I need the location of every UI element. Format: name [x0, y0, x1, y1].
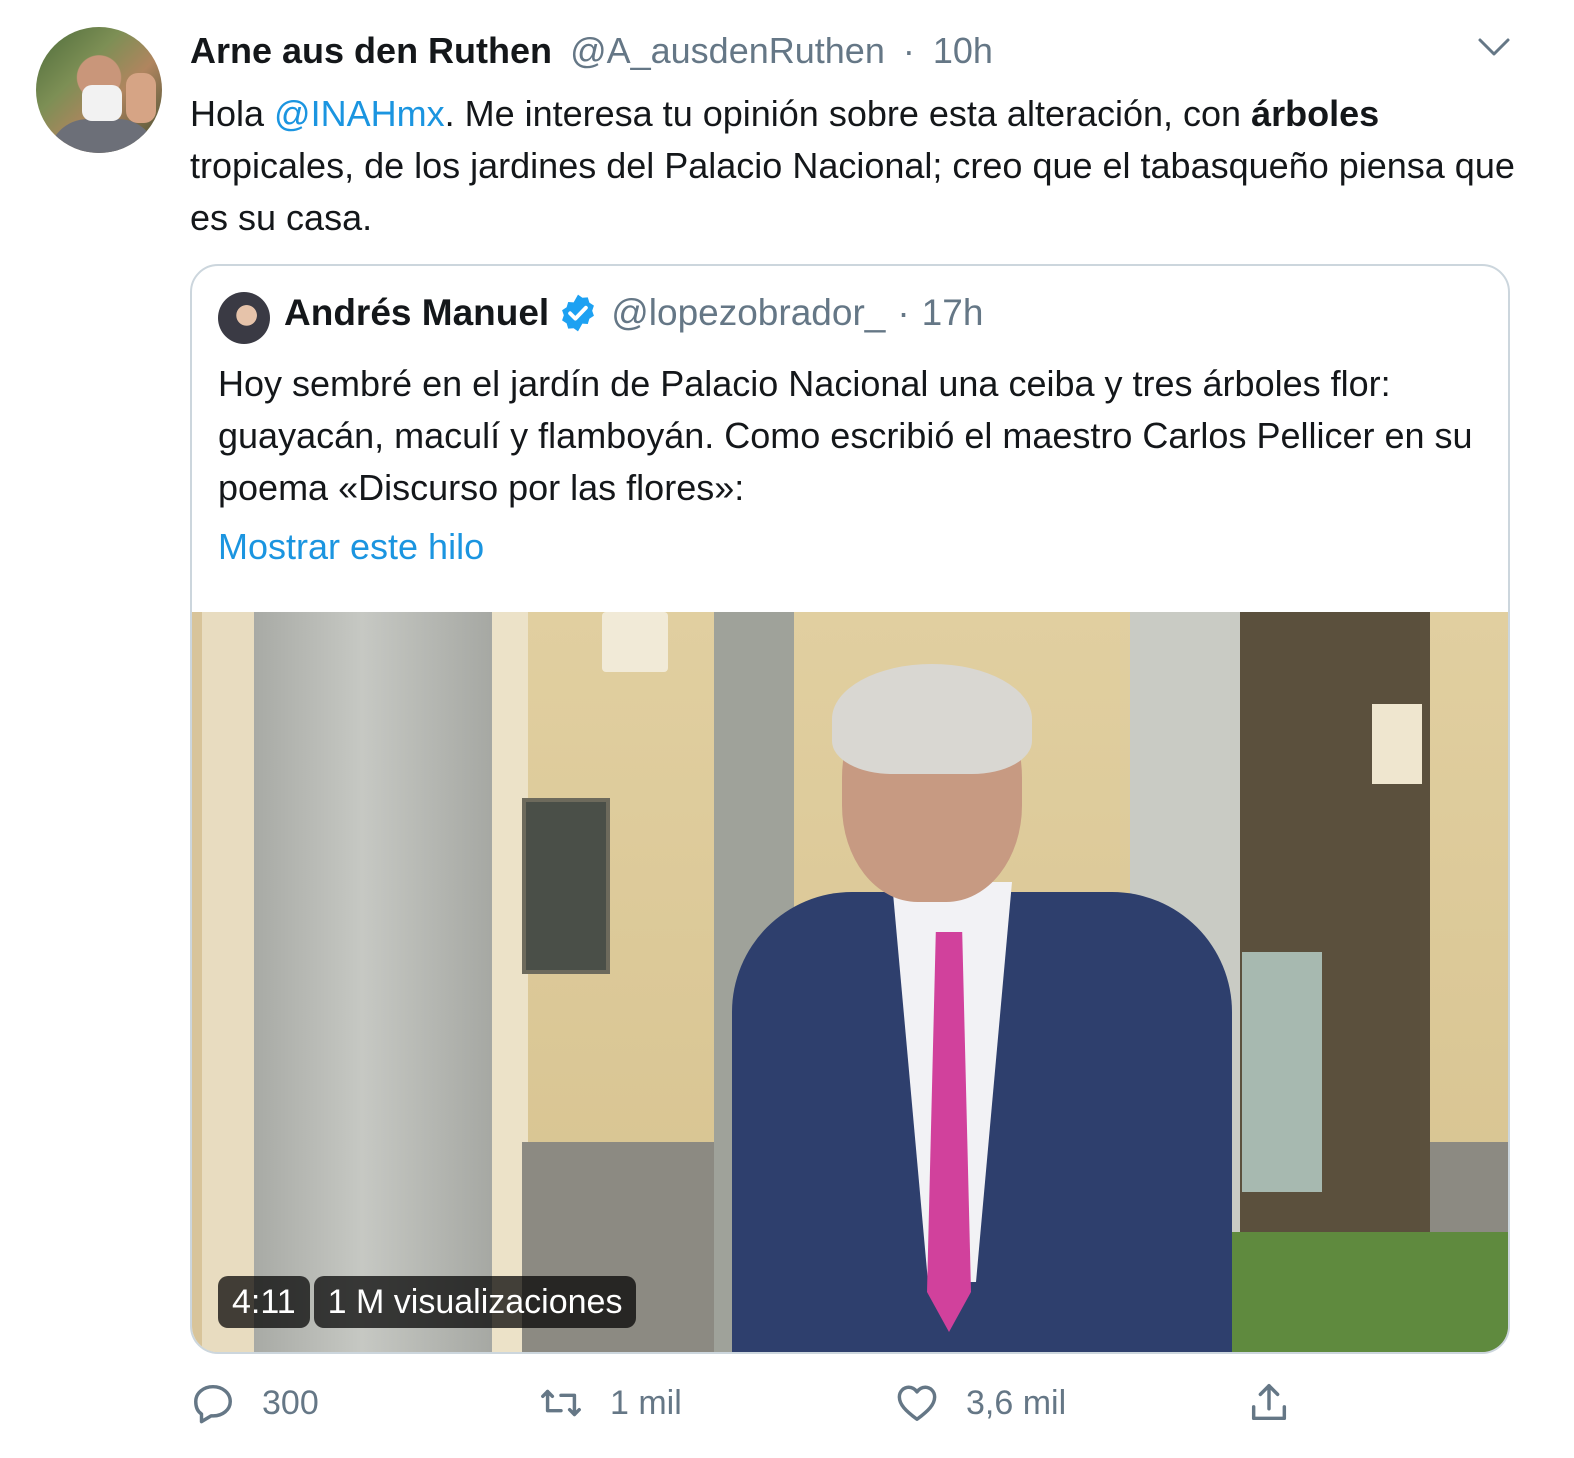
like-count: 3,6 mil: [966, 1383, 1067, 1422]
mention-link[interactable]: @INAHmx: [274, 93, 445, 134]
video-duration: 4:11: [218, 1276, 310, 1328]
retweet-icon: [541, 1389, 581, 1417]
quoted-author-avatar: [218, 292, 270, 344]
like-icon: [897, 1385, 937, 1422]
share-button[interactable]: [1246, 1380, 1318, 1426]
author-handle[interactable]: @A_ausdenRuthen: [570, 30, 885, 71]
quoted-header: Andrés Manuel @lopezobrador_ · 17h: [284, 292, 983, 334]
meta-separator: ·: [897, 292, 910, 333]
tweet-header: Arne aus den Ruthen @A_ausdenRuthen · 10…: [190, 30, 993, 72]
like-button[interactable]: 3,6 mil: [894, 1380, 1066, 1426]
retweet-count: 1 mil: [610, 1383, 682, 1422]
quoted-time: 17h: [921, 292, 984, 333]
quoted-text: Hoy sembré en el jardín de Palacio Nacio…: [218, 363, 1473, 508]
reply-button[interactable]: 300: [190, 1380, 319, 1426]
quoted-tweet[interactable]: Andrés Manuel @lopezobrador_ · 17h Hoy s…: [190, 264, 1510, 1354]
retweet-button[interactable]: 1 mil: [538, 1380, 682, 1426]
tweet-time[interactable]: 10h: [933, 30, 993, 71]
video-info-badge: 4:11 1 M visualizaciones: [218, 1276, 637, 1328]
author-name[interactable]: Arne aus den Ruthen: [190, 30, 552, 71]
quoted-handle: @lopezobrador_: [611, 292, 886, 333]
video-views: 1 M visualizaciones: [313, 1276, 637, 1328]
tweet-text: Hola @INAHmx. Me interesa tu opinión sob…: [190, 88, 1530, 244]
tweet-text-part: Hola: [190, 93, 275, 134]
meta-separator: ·: [902, 30, 915, 71]
tweet-text-bold: árboles: [1251, 93, 1380, 134]
share-icon: [1251, 1384, 1287, 1421]
show-thread-link[interactable]: Mostrar este hilo: [218, 526, 484, 568]
tweet-text-part: . Me interesa tu opinión sobre esta alte…: [444, 93, 1252, 134]
quoted-author-name: Andrés Manuel: [284, 292, 550, 333]
video-player[interactable]: 4:11 1 M visualizaciones: [192, 612, 1508, 1352]
reply-icon: [194, 1384, 232, 1424]
chevron-down-icon[interactable]: [1474, 30, 1514, 66]
author-avatar[interactable]: [36, 27, 162, 153]
verified-icon: [562, 294, 595, 332]
tweet-text-part: tropicales, de los jardines del Palacio …: [190, 145, 1515, 238]
reply-count: 300: [262, 1383, 319, 1422]
tweet-actions: 300 1 mil 3,6 mil: [190, 1380, 1510, 1440]
